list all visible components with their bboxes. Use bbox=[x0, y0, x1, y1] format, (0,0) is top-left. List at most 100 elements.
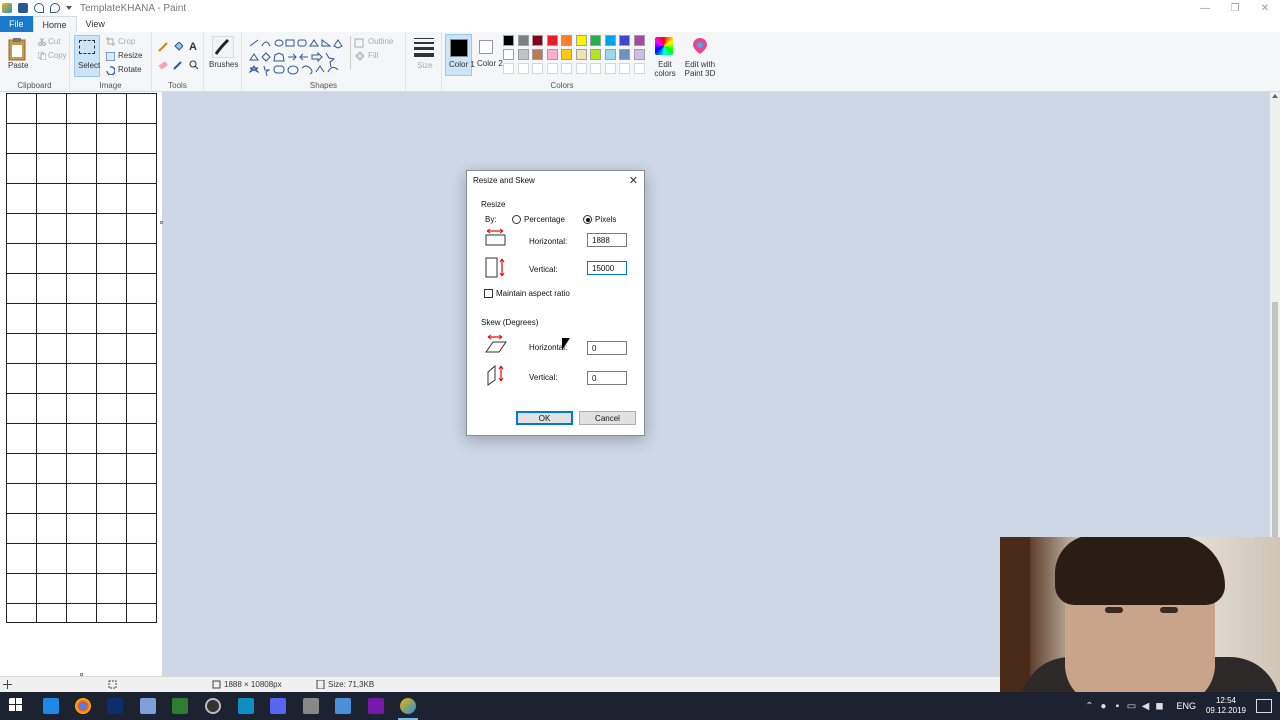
magnifier-icon[interactable] bbox=[189, 60, 199, 70]
palette-swatch[interactable] bbox=[532, 49, 543, 60]
fill-button[interactable]: Fill bbox=[368, 51, 378, 60]
edit-with-paint3d-button[interactable]: Edit with Paint 3D bbox=[682, 60, 718, 78]
palette-swatch[interactable] bbox=[546, 35, 558, 46]
paste-icon[interactable] bbox=[7, 37, 27, 61]
palette-swatch[interactable] bbox=[619, 35, 630, 46]
excel-icon[interactable] bbox=[172, 698, 188, 714]
maintain-aspect-checkbox[interactable] bbox=[484, 289, 493, 298]
app-icon-6[interactable] bbox=[205, 698, 221, 714]
palette-swatch[interactable] bbox=[633, 35, 645, 46]
maximize-button[interactable]: ❐ bbox=[1220, 0, 1250, 16]
action-center-icon[interactable] bbox=[1256, 699, 1272, 713]
skew-horizontal-input[interactable]: 0 bbox=[587, 341, 627, 355]
palette-swatch[interactable] bbox=[575, 35, 587, 46]
language-indicator[interactable]: ENG bbox=[1176, 701, 1196, 711]
app-icon-10[interactable] bbox=[335, 698, 351, 714]
text-tool-icon[interactable]: A bbox=[189, 41, 197, 53]
fill-bucket-icon[interactable] bbox=[173, 42, 183, 52]
palette-swatch[interactable] bbox=[590, 49, 601, 60]
resize-button[interactable]: Resize bbox=[118, 51, 142, 60]
calculator-icon[interactable] bbox=[303, 698, 319, 714]
size-lines-icon[interactable] bbox=[414, 38, 434, 57]
select-button[interactable]: Select bbox=[74, 35, 100, 77]
network-icon[interactable]: ▭ bbox=[1124, 701, 1138, 712]
cancel-button[interactable]: Cancel bbox=[579, 411, 636, 425]
discord-icon[interactable] bbox=[270, 698, 286, 714]
pixels-radio[interactable] bbox=[583, 215, 592, 224]
custom-color-swatch[interactable] bbox=[575, 63, 587, 74]
palette-swatch[interactable] bbox=[503, 35, 514, 46]
palette-swatch[interactable] bbox=[604, 35, 616, 46]
customize-qat-icon[interactable] bbox=[66, 6, 72, 10]
percentage-label[interactable]: Percentage bbox=[524, 215, 565, 224]
palette-swatch[interactable] bbox=[561, 35, 572, 46]
size-button[interactable]: Size bbox=[417, 61, 433, 70]
palette-swatch[interactable] bbox=[619, 49, 630, 60]
ok-button[interactable]: OK bbox=[516, 411, 573, 425]
tray-chevron-icon[interactable]: ⌃ bbox=[1082, 701, 1096, 712]
app-icon-3[interactable] bbox=[107, 698, 123, 714]
palette-swatch[interactable] bbox=[561, 49, 572, 60]
brushes-button[interactable]: Brushes bbox=[209, 60, 238, 69]
cut-button[interactable]: Cut bbox=[48, 37, 60, 46]
palette-swatch[interactable] bbox=[517, 35, 529, 46]
app-icon-4[interactable] bbox=[140, 698, 156, 714]
resize-vertical-input[interactable]: 15000 bbox=[587, 261, 627, 275]
scroll-up-icon[interactable] bbox=[1272, 94, 1278, 98]
color2-button[interactable]: Color 2 bbox=[474, 34, 503, 76]
tab-view[interactable]: View bbox=[77, 16, 114, 32]
custom-color-swatch[interactable] bbox=[546, 63, 558, 74]
undo-icon[interactable] bbox=[34, 3, 44, 13]
dialog-close-button[interactable]: ✕ bbox=[629, 174, 638, 187]
color-picker-icon[interactable] bbox=[173, 60, 183, 70]
palette-swatch[interactable] bbox=[590, 35, 601, 46]
brush-icon[interactable] bbox=[212, 36, 234, 58]
custom-color-swatch[interactable] bbox=[619, 63, 630, 74]
volume-icon[interactable]: ◀ bbox=[1138, 701, 1152, 712]
paste-button[interactable]: Paste bbox=[8, 61, 28, 70]
shapes-gallery[interactable] bbox=[248, 38, 348, 76]
resize-handle-right[interactable] bbox=[160, 221, 163, 224]
clock[interactable]: 12:54 09.12.2019 bbox=[1206, 696, 1246, 716]
paint-taskbar-icon[interactable] bbox=[398, 698, 418, 720]
drawing-canvas[interactable] bbox=[0, 92, 163, 676]
palette-swatch[interactable] bbox=[604, 49, 616, 60]
tab-home[interactable]: Home bbox=[32, 16, 77, 32]
paint-app-icon[interactable] bbox=[2, 3, 12, 13]
color-wheel-icon[interactable] bbox=[655, 37, 673, 55]
custom-color-swatch[interactable] bbox=[517, 63, 529, 74]
copy-button[interactable]: Copy bbox=[48, 51, 67, 60]
windows-start-icon[interactable] bbox=[9, 698, 25, 714]
palette-swatch[interactable] bbox=[633, 49, 645, 60]
custom-color-swatch[interactable] bbox=[590, 63, 601, 74]
edge-icon[interactable] bbox=[43, 698, 59, 714]
eraser-icon[interactable] bbox=[158, 60, 168, 70]
custom-color-swatch[interactable] bbox=[503, 63, 514, 74]
save-icon[interactable] bbox=[18, 3, 28, 13]
tray-app-icon-2[interactable]: ◼ bbox=[1152, 701, 1166, 712]
app-icon-7[interactable] bbox=[238, 698, 254, 714]
palette-swatch[interactable] bbox=[517, 49, 529, 60]
maintain-aspect-label[interactable]: Maintain aspect ratio bbox=[496, 289, 570, 298]
percentage-radio[interactable] bbox=[512, 215, 521, 224]
microphone-icon[interactable]: ● bbox=[1096, 701, 1110, 712]
custom-color-swatch[interactable] bbox=[604, 63, 616, 74]
close-window-button[interactable]: ✕ bbox=[1250, 0, 1280, 16]
chrome-icon[interactable] bbox=[75, 698, 91, 714]
rotate-button[interactable]: Rotate bbox=[118, 65, 142, 74]
tray-app-icon[interactable]: ▪ bbox=[1110, 701, 1124, 712]
resize-horizontal-input[interactable]: 1888 bbox=[587, 233, 627, 247]
custom-color-swatch[interactable] bbox=[633, 63, 645, 74]
palette-swatch[interactable] bbox=[575, 49, 587, 60]
skew-vertical-input[interactable]: 0 bbox=[587, 371, 627, 385]
palette-swatch[interactable] bbox=[546, 49, 558, 60]
color1-button[interactable]: Color 1 bbox=[445, 34, 475, 76]
outline-button[interactable]: Outline bbox=[368, 37, 393, 46]
edit-colors-button[interactable]: Edit colors bbox=[652, 60, 678, 78]
pencil-icon[interactable] bbox=[158, 42, 168, 52]
crop-button[interactable]: Crop bbox=[118, 37, 135, 46]
onenote-icon[interactable] bbox=[368, 698, 384, 714]
paint3d-icon[interactable] bbox=[692, 37, 708, 55]
custom-color-swatch[interactable] bbox=[532, 63, 543, 74]
tab-file[interactable]: File bbox=[0, 16, 33, 32]
